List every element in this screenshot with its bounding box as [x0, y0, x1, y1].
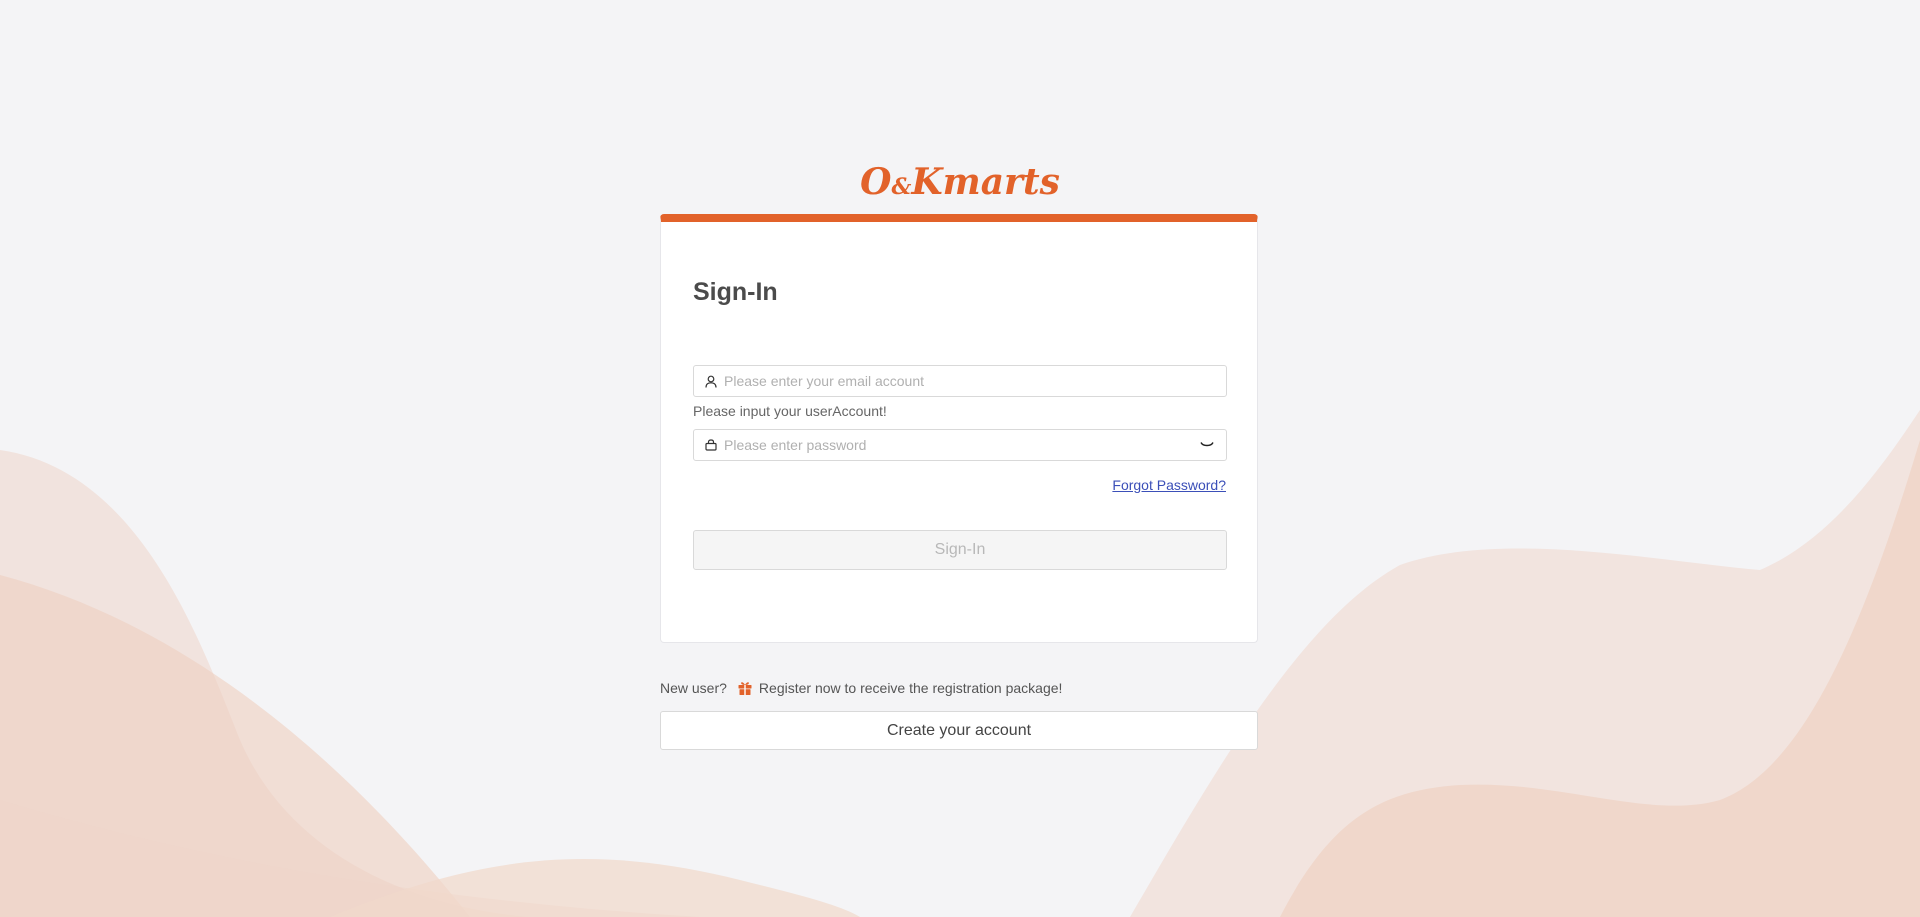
gift-icon: [737, 680, 753, 696]
email-field[interactable]: [693, 365, 1227, 397]
create-account-button[interactable]: Create your account: [660, 711, 1258, 750]
password-field[interactable]: [693, 429, 1227, 461]
lock-icon: [704, 438, 718, 452]
brand-logo: O&Kmarts: [660, 160, 1260, 209]
register-promo-text: Register now to receive the registration…: [758, 680, 1063, 696]
account-validation-hint: Please input your userAccount!: [693, 403, 887, 419]
forgot-password-link[interactable]: Forgot Password?: [1112, 477, 1226, 493]
logo-ampersand: &: [891, 174, 912, 200]
login-page: O&Kmarts Sign-In Please input your userA…: [0, 0, 1920, 917]
logo-wordmark: Kmarts: [911, 161, 1060, 203]
signin-card: Sign-In Please input your userAccount!: [660, 214, 1258, 643]
email-input[interactable]: [724, 367, 1226, 395]
logo-letter-o: O: [860, 161, 892, 203]
user-icon: [704, 374, 718, 388]
password-input[interactable]: [724, 431, 1198, 459]
signin-button[interactable]: Sign-In: [693, 530, 1227, 570]
new-user-label: New user?: [660, 680, 727, 696]
eye-closed-icon[interactable]: [1198, 438, 1216, 452]
signin-title: Sign-In: [693, 278, 778, 306]
register-prompt: New user? Register now to receive the re…: [660, 680, 1062, 696]
